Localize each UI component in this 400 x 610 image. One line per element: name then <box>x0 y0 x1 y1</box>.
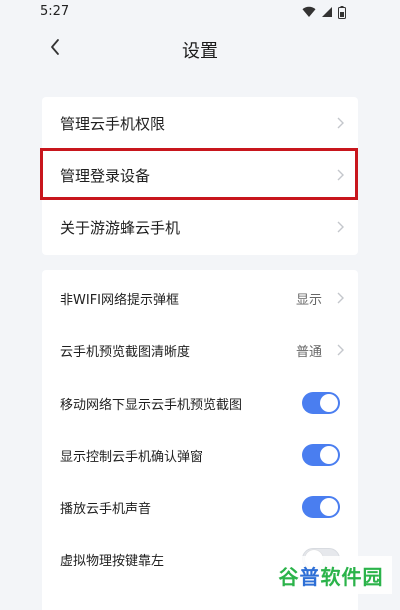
chevron-right-icon <box>334 169 346 181</box>
row-label: 非WIFI网络提示弹框 <box>60 292 179 308</box>
chevron-right-icon <box>334 344 346 356</box>
site-watermark-logo: 谷普软件园 <box>270 556 392 594</box>
manage-login-devices-row[interactable]: 管理登录设备 <box>42 149 358 201</box>
row-value: 显示 <box>295 292 322 308</box>
non-wifi-prompt-row[interactable]: 非WIFI网络提示弹框 显示 <box>42 272 358 324</box>
page-title: 设置 <box>182 41 218 62</box>
preview-clarity-row[interactable]: 云手机预览截图清晰度 普通 <box>42 324 358 376</box>
toggle-knob <box>320 498 338 516</box>
row-label: 显示控制云手机确认弹窗 <box>60 449 204 465</box>
toggle-knob <box>320 446 338 464</box>
row-label: 管理登录设备 <box>60 166 151 185</box>
about-app-row[interactable]: 关于游游蜂云手机 <box>42 201 358 253</box>
watermark-part: 普 <box>299 564 321 589</box>
wifi-icon <box>302 6 316 18</box>
status-bar: 5:27 <box>0 0 400 24</box>
watermark-part: 软件园 <box>320 564 384 589</box>
row-value: 普通 <box>295 344 322 360</box>
control-confirm-row: 显示控制云手机确认弹窗 <box>42 429 358 481</box>
row-label: 关于游游蜂云手机 <box>60 218 181 237</box>
row-label: 云手机预览截图清晰度 <box>60 344 191 360</box>
control-confirm-toggle[interactable] <box>302 444 340 466</box>
chevron-right-icon <box>334 117 346 129</box>
play-sound-toggle[interactable] <box>302 496 340 518</box>
mobile-preview-row: 移动网络下显示云手机预览截图 <box>42 377 358 429</box>
status-time: 5:27 <box>40 4 70 19</box>
row-label: 播放云手机声音 <box>60 501 152 517</box>
watermark-part: 谷 <box>278 564 300 589</box>
status-icons <box>302 3 352 21</box>
row-label: 移动网络下显示云手机预览截图 <box>60 397 243 413</box>
manage-permissions-row[interactable]: 管理云手机权限 <box>42 97 358 149</box>
row-label: 管理云手机权限 <box>60 114 166 133</box>
signal-icon <box>321 6 333 18</box>
toggle-knob <box>320 394 338 412</box>
row-label: 虚拟物理按键靠左 <box>60 553 165 569</box>
play-sound-row: 播放云手机声音 <box>42 481 358 533</box>
battery-icon <box>338 5 346 19</box>
mobile-preview-toggle[interactable] <box>302 392 340 414</box>
settings-group-primary: 管理云手机权限 管理登录设备 关于游游蜂云手机 <box>42 97 358 255</box>
chevron-right-icon <box>334 292 346 304</box>
header: 设置 <box>0 26 400 70</box>
chevron-right-icon <box>334 221 346 233</box>
